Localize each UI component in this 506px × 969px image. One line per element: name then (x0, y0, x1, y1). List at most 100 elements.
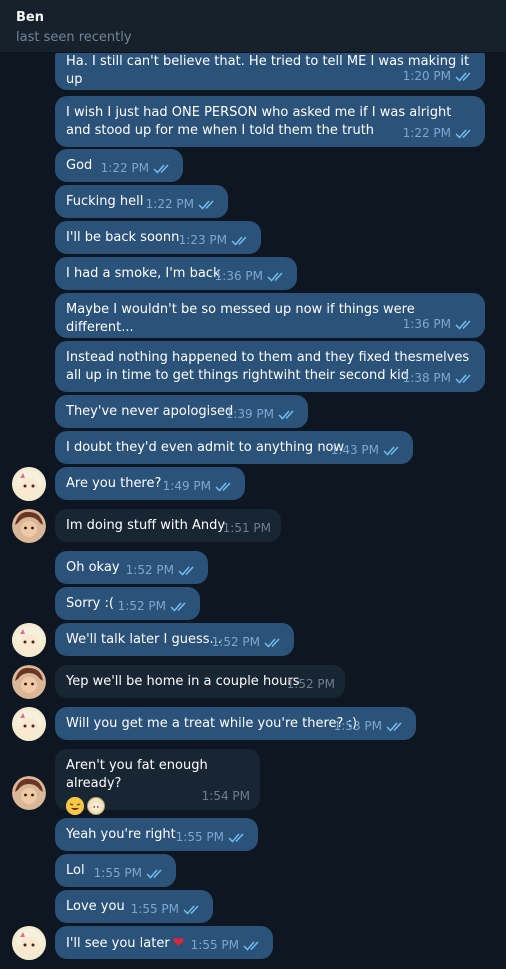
message-bubble[interactable]: Maybe I wouldn't be so messed up now if … (55, 293, 485, 338)
double-check-icon (264, 637, 280, 648)
message-bubble[interactable]: Aren't you fat enough already? 1:54 PM (55, 749, 260, 815)
chat-header[interactable]: Ben last seen recently (0, 0, 506, 53)
message-bubble[interactable]: God 1:22 PM (55, 149, 183, 182)
message-time: 1:23 PM (178, 233, 227, 247)
avatar[interactable] (12, 509, 46, 543)
message-text: Lol (66, 863, 85, 878)
avatar[interactable] (12, 623, 46, 657)
message-bubble[interactable]: Lol 1:55 PM (55, 854, 176, 887)
double-check-icon (228, 832, 244, 843)
avatar[interactable] (12, 776, 46, 810)
contact-name[interactable]: Ben (16, 10, 44, 25)
sticker-avatar-icon[interactable] (87, 797, 105, 815)
message-bubble[interactable]: Fucking hell 1:22 PM (55, 185, 228, 218)
message-bubble[interactable]: I had a smoke, I'm back 1:36 PM (55, 257, 297, 290)
message-text: I had a smoke, I'm back (66, 266, 221, 281)
message-text: Aren't you fat enough already? (66, 758, 212, 791)
double-check-icon (455, 373, 471, 384)
message-bubble[interactable]: Im doing stuff with Andy 1:51 PM (55, 509, 281, 542)
message-time: 1:20 PM (402, 69, 451, 83)
message-time: 1:38 PM (402, 371, 451, 385)
double-check-icon (455, 319, 471, 330)
message-bubble[interactable]: They've never apologised 1:39 PM (55, 395, 308, 428)
double-check-icon (455, 71, 471, 82)
message-time: 1:43 PM (330, 443, 379, 457)
avatar-blonde-icon (12, 623, 46, 657)
message-time: 1:49 PM (162, 479, 211, 493)
double-check-icon (386, 721, 402, 732)
double-check-icon (170, 601, 186, 612)
message-list[interactable]: Ha. I still can't believe that. He tried… (0, 53, 506, 969)
message-bubble[interactable]: Yep we'll be home in a couple hours 1:52… (55, 665, 345, 698)
message-text: Love you (66, 899, 125, 914)
message-bubble[interactable]: I'll see you later ❤ 1:55 PM (55, 926, 273, 959)
message-text: I'll see you later (66, 936, 170, 951)
message-text: They've never apologised (66, 404, 234, 419)
message-time: 1:39 PM (225, 407, 274, 421)
double-check-icon (198, 199, 214, 210)
heart-emoji-icon: ❤ (172, 935, 185, 951)
avatar[interactable] (12, 665, 46, 699)
avatar[interactable] (12, 467, 46, 501)
avatar-blonde-icon (12, 467, 46, 501)
message-time: 1:55 PM (175, 830, 224, 844)
avatar-brown-icon (12, 776, 46, 810)
message-time: 1:22 PM (100, 161, 149, 175)
message-bubble[interactable]: Instead nothing happened to them and the… (55, 341, 485, 392)
message-bubble[interactable]: I'll be back soonn 1:23 PM (55, 221, 261, 254)
message-bubble[interactable]: Ha. I still can't believe that. He tried… (55, 53, 485, 90)
double-check-icon (267, 271, 283, 282)
message-time: 1:55 PM (130, 902, 179, 916)
double-check-icon (243, 940, 259, 951)
message-text: We'll talk later I guess... (66, 632, 222, 647)
message-text: Fucking hell (66, 194, 144, 209)
message-text: Will you get me a treat while you're the… (66, 716, 358, 731)
double-check-icon (183, 904, 199, 915)
message-bubble[interactable]: Are you there? 1:49 PM (55, 467, 245, 500)
double-check-icon (278, 409, 294, 420)
message-time: 1:54 PM (201, 789, 250, 803)
double-check-icon (455, 128, 471, 139)
message-text: Sorry :( (66, 596, 114, 611)
message-text: Oh okay (66, 560, 120, 575)
message-text: I doubt they'd even admit to anything no… (66, 440, 345, 455)
message-text: Are you there? (66, 476, 162, 491)
laughing-emoji-icon[interactable] (66, 797, 84, 815)
message-text: Im doing stuff with Andy (66, 518, 226, 533)
message-bubble[interactable]: I doubt they'd even admit to anything no… (55, 431, 413, 464)
double-check-icon (383, 445, 399, 456)
message-time: 1:52 PM (286, 677, 335, 691)
message-time: 1:52 PM (117, 599, 166, 613)
message-time: 1:55 PM (190, 938, 239, 952)
message-time: 1:52 PM (211, 635, 260, 649)
message-bubble[interactable]: Yeah you're right 1:55 PM (55, 818, 258, 851)
double-check-icon (153, 163, 169, 174)
message-text: Yep we'll be home in a couple hours (66, 674, 300, 689)
message-time: 1:52 PM (125, 563, 174, 577)
message-bubble[interactable]: We'll talk later I guess... 1:52 PM (55, 623, 294, 656)
double-check-icon (146, 868, 162, 879)
message-bubble[interactable]: Love you 1:55 PM (55, 890, 213, 923)
message-text: Maybe I wouldn't be so messed up now if … (66, 302, 419, 335)
message-bubble[interactable]: I wish I just had ONE PERSON who asked m… (55, 96, 485, 147)
message-time: 1:51 PM (222, 521, 271, 535)
avatar[interactable] (12, 707, 46, 741)
message-time: 1:22 PM (145, 197, 194, 211)
message-bubble[interactable]: Sorry :( 1:52 PM (55, 587, 200, 620)
avatar-blonde-icon (12, 926, 46, 960)
message-text: I'll be back soonn (66, 230, 180, 245)
message-text: God (66, 158, 93, 173)
contact-status: last seen recently (16, 30, 132, 45)
message-bubble[interactable]: Oh okay 1:52 PM (55, 551, 208, 584)
message-text: I wish I just had ONE PERSON who asked m… (66, 105, 456, 138)
avatar-brown-icon (12, 665, 46, 699)
avatar-blonde-icon (12, 707, 46, 741)
message-bubble[interactable]: Will you get me a treat while you're the… (55, 707, 416, 740)
message-text: Yeah you're right (66, 827, 176, 842)
double-check-icon (215, 481, 231, 492)
message-time: 1:55 PM (93, 866, 142, 880)
double-check-icon (178, 565, 194, 576)
avatar[interactable] (12, 926, 46, 960)
message-time: 1:36 PM (214, 269, 263, 283)
avatar-brown-icon (12, 509, 46, 543)
